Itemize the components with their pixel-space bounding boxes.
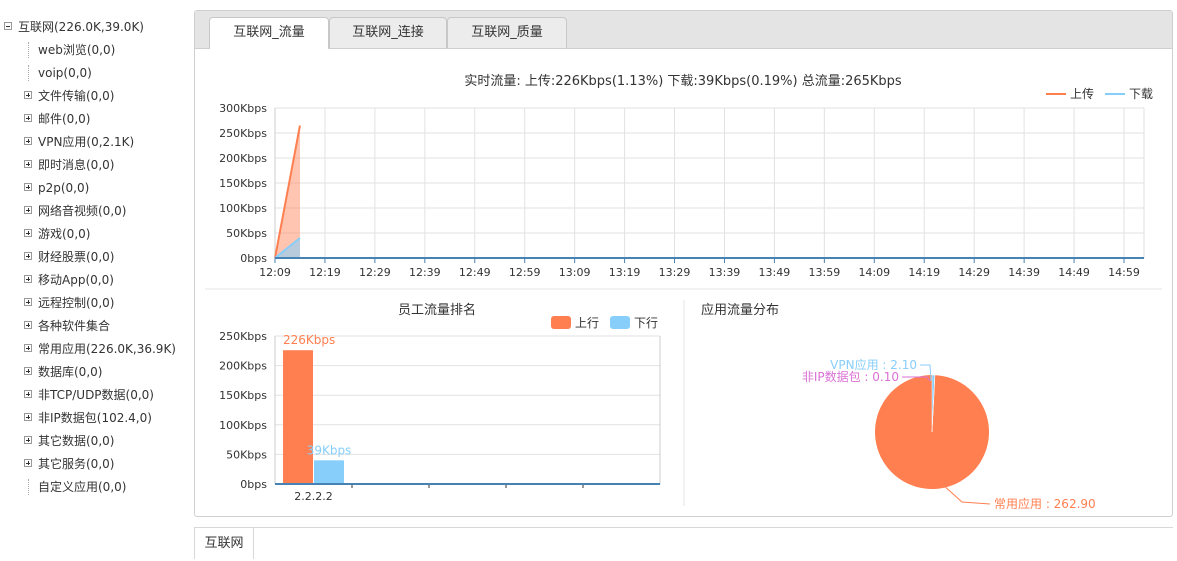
- expand-icon[interactable]: [24, 459, 32, 467]
- expand-icon[interactable]: [24, 229, 32, 237]
- expand-icon[interactable]: [24, 436, 32, 444]
- legend-download-label: 下载: [1129, 87, 1153, 101]
- bottom-tab-line: [254, 527, 1173, 528]
- expand-icon[interactable]: [24, 206, 32, 214]
- legend-upload-label: 上传: [1070, 86, 1094, 101]
- traffic-panel: 互联网_流量 互联网_连接 互联网_质量 实时流量: 上传:226Kbps(1.…: [194, 10, 1173, 517]
- ranking-y-tick: 250Kbps: [219, 330, 267, 343]
- tree-item-label: voip(0,0): [38, 66, 92, 80]
- pie-label-nonip: 非IP数据包 : 0.10: [802, 369, 899, 384]
- tree-item-label: 邮件(0,0): [38, 112, 91, 126]
- traffic-y-tick: 150Kbps: [219, 177, 267, 190]
- traffic-x-tick: 12:49: [459, 266, 491, 279]
- tree-item-label: 其它服务(0,0): [38, 457, 115, 471]
- ranking-y-tick: 200Kbps: [219, 360, 267, 373]
- expand-icon[interactable]: [24, 390, 32, 398]
- traffic-x-tick: 12:39: [409, 266, 441, 279]
- app-tree: 互联网(226.0K,39.0K) web浏览(0,0) voip(0,0) 文件传…: [0, 0, 190, 561]
- traffic-x-tick: 14:29: [958, 266, 990, 279]
- expand-icon[interactable]: [24, 367, 32, 375]
- charts-canvas: 实时流量: 上传:226Kbps(1.13%) 下载:39Kbps(0.19%)…: [205, 74, 1162, 511]
- bar-upload-label: 226Kbps: [283, 333, 335, 347]
- tree-item-label: 数据库(0,0): [38, 365, 103, 379]
- traffic-x-tick: 12:29: [359, 266, 391, 279]
- ranking-y-tick: 100Kbps: [219, 419, 267, 432]
- tree-item-label: 文件传输(0,0): [38, 89, 115, 103]
- traffic-x-tick: 13:39: [709, 266, 741, 279]
- ranking-x-category: 2.2.2.2: [294, 490, 332, 503]
- traffic-y-tick: 300Kbps: [219, 102, 267, 115]
- expand-icon[interactable]: [24, 137, 32, 145]
- tree-item-label: 常用应用(226.0K,36.9K): [38, 342, 176, 356]
- tree-connector-line: [28, 479, 30, 495]
- traffic-x-tick: 14:49: [1058, 266, 1090, 279]
- tree-item-label: 自定义应用(0,0): [38, 480, 127, 494]
- traffic-x-tick: 13:19: [609, 266, 641, 279]
- legend-up-label: 上行: [575, 316, 599, 330]
- ranking-y-tick: 50Kbps: [226, 448, 267, 461]
- tree-item-label: 财经股票(0,0): [38, 250, 115, 264]
- tree-item-label: 远程控制(0,0): [38, 296, 115, 310]
- tab-bar: 互联网_流量 互联网_连接 互联网_质量: [195, 11, 1172, 49]
- pie-label-common: 常用应用 : 262.90: [994, 496, 1096, 511]
- pie-leader-common: [941, 483, 991, 505]
- tree-root-label: 互联网(226.0K,39.0K): [18, 20, 144, 34]
- ranking-y-tick: 150Kbps: [219, 389, 267, 402]
- tree-item-label: 各种软件集合: [38, 319, 111, 333]
- tree-item-label: 游戏(0,0): [38, 227, 91, 241]
- expand-icon[interactable]: [24, 344, 32, 352]
- expand-icon[interactable]: [24, 160, 32, 168]
- tree-item-label: p2p(0,0): [38, 181, 90, 195]
- traffic-y-tick: 0bps: [240, 252, 267, 265]
- legend-down-label: 下行: [634, 316, 658, 330]
- tree-item-label: VPN应用(0,2.1K): [38, 135, 135, 149]
- expand-icon[interactable]: [24, 298, 32, 306]
- tree-connector-line: [28, 42, 30, 58]
- traffic-x-tick: 13:59: [809, 266, 841, 279]
- expand-icon[interactable]: [24, 183, 32, 191]
- collapse-icon[interactable]: [4, 22, 12, 30]
- tab-connections[interactable]: 互联网_连接: [329, 17, 447, 48]
- tree-item-label: 即时消息(0,0): [38, 158, 115, 172]
- traffic-x-tick: 12:59: [509, 266, 541, 279]
- tree-connector-line: [28, 65, 30, 81]
- ranking-y-tick: 0bps: [240, 478, 267, 491]
- expand-icon[interactable]: [24, 114, 32, 122]
- bottom-tab-internet[interactable]: 互联网: [194, 527, 254, 559]
- traffic-x-tick: 14:19: [908, 266, 940, 279]
- traffic-x-tick: 12:09: [259, 266, 291, 279]
- traffic-x-tick: 14:59: [1108, 266, 1140, 279]
- tree-item-label: 其它数据(0,0): [38, 434, 115, 448]
- expand-icon[interactable]: [24, 252, 32, 260]
- expand-icon[interactable]: [24, 275, 32, 283]
- traffic-x-tick: 13:49: [759, 266, 791, 279]
- traffic-x-tick: 14:09: [858, 266, 890, 279]
- traffic-y-tick: 200Kbps: [219, 152, 267, 165]
- tab-traffic[interactable]: 互联网_流量: [209, 17, 329, 49]
- distribution-chart-title: 应用流量分布: [701, 302, 779, 318]
- traffic-x-tick: 12:19: [309, 266, 341, 279]
- tree-item-label: 非IP数据包(102.4,0): [38, 411, 152, 425]
- expand-icon[interactable]: [24, 413, 32, 421]
- bar-download-label: 39Kbps: [307, 443, 352, 457]
- expand-icon[interactable]: [24, 321, 32, 329]
- traffic-chart-title: 实时流量: 上传:226Kbps(1.13%) 下载:39Kbps(0.19%)…: [464, 74, 902, 89]
- traffic-y-tick: 250Kbps: [219, 127, 267, 140]
- tree-item-label: 网络音视频(0,0): [38, 204, 127, 218]
- tree-item-label: 移动App(0,0): [38, 273, 114, 287]
- tab-quality[interactable]: 互联网_质量: [447, 17, 567, 48]
- traffic-x-tick: 13:09: [559, 266, 591, 279]
- traffic-y-tick: 100Kbps: [219, 202, 267, 215]
- tree-item-label: web浏览(0,0): [38, 43, 116, 57]
- traffic-x-tick: 14:39: [1008, 266, 1040, 279]
- legend-up-swatch: [551, 316, 571, 329]
- legend-down-swatch: [610, 316, 630, 329]
- ranking-chart-title: 员工流量排名: [398, 302, 476, 318]
- traffic-y-tick: 50Kbps: [226, 227, 267, 240]
- expand-icon[interactable]: [24, 91, 32, 99]
- bar-upload: [283, 350, 313, 484]
- traffic-x-tick: 13:29: [659, 266, 691, 279]
- tree-item-label: 非TCP/UDP数据(0,0): [38, 388, 154, 402]
- bar-download: [314, 460, 344, 484]
